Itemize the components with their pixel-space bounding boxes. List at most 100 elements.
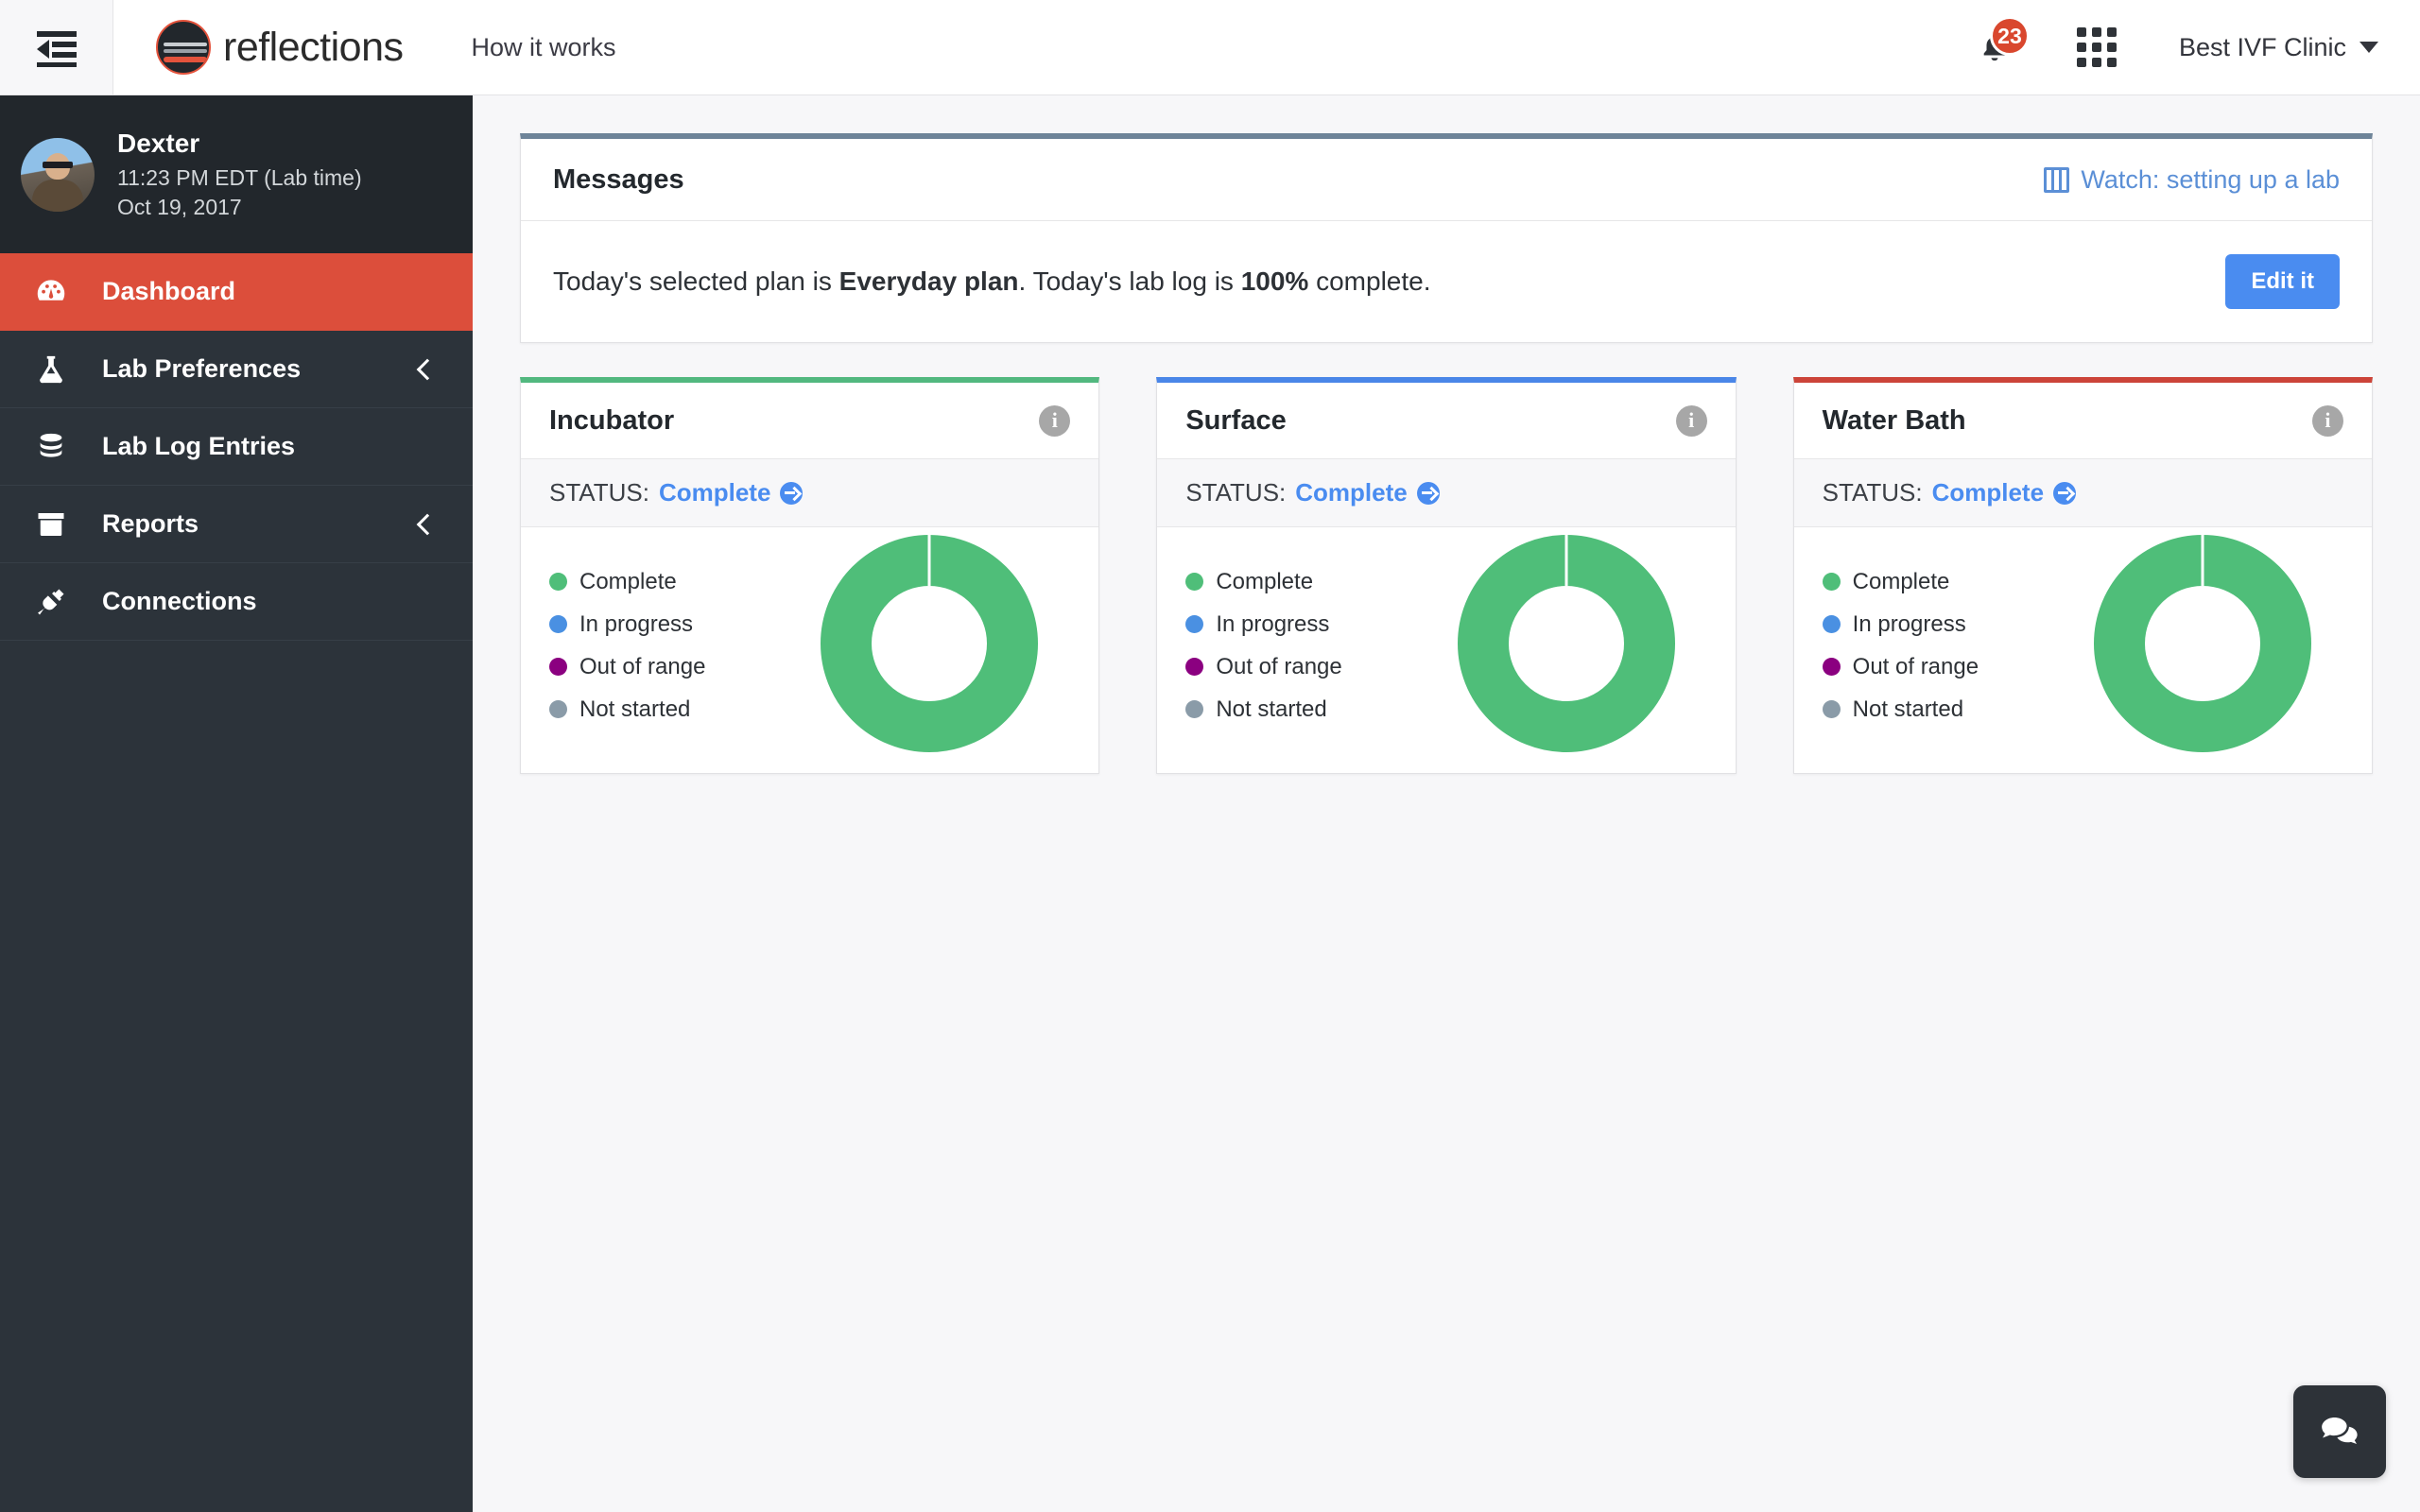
edit-it-button[interactable]: Edit it (2225, 254, 2340, 309)
sidebar-item-label: Dashboard (102, 277, 236, 305)
info-icon[interactable]: i (1039, 404, 1071, 437)
messages-panel-header: Messages Watch: setting up a lab (521, 139, 2372, 221)
messages-panel-body: Today's selected plan is Everyday plan. … (521, 221, 2372, 342)
info-icon[interactable]: i (1675, 404, 1707, 437)
card-body: Complete In progress Out of range Not st… (521, 527, 1098, 773)
donut-chart (1448, 525, 1685, 766)
notification-badge-count: 23 (1989, 16, 2030, 56)
donut-chart (811, 525, 1047, 766)
sidebar-collapse-button[interactable] (0, 0, 113, 94)
sidebar-item-label: Lab Preferences (102, 354, 302, 383)
status-value-link[interactable]: Complete (658, 478, 804, 507)
user-profile-block[interactable]: Dexter 11:23 PM EDT (Lab time) Oct 19, 2… (0, 95, 473, 253)
messages-panel: Messages Watch: setting up a lab Today's… (520, 133, 2373, 343)
sidebar-item-label: Lab Log Entries (102, 432, 296, 460)
lab-date: Oct 19, 2017 (117, 195, 242, 219)
legend-label: Complete (579, 568, 677, 594)
top-navigation-bar: reflections How it works 23 Best IVF Cli… (0, 0, 2420, 95)
card-body: Complete In progress Out of range Not st… (1794, 527, 2372, 773)
card-title: Water Bath (1822, 404, 1966, 436)
chart-legend: Complete In progress Out of range Not st… (549, 569, 705, 723)
sidebar-item-dashboard[interactable]: Dashboard (0, 253, 473, 331)
legend-color-swatch (1185, 615, 1204, 633)
watch-setting-up-a-lab-link[interactable]: Watch: setting up a lab (2044, 165, 2340, 195)
notifications-button[interactable]: 23 (1973, 16, 2030, 75)
legend-item: Complete (1185, 569, 1341, 595)
legend-label: Not started (579, 696, 691, 722)
reflections-logo-icon (156, 20, 211, 75)
lab-time: 11:23 PM EDT (Lab time) (117, 165, 362, 190)
nav-how-it-works[interactable]: How it works (471, 33, 615, 62)
msg-middle: . Today's lab log is (1018, 266, 1241, 296)
legend-item: Complete (549, 569, 705, 595)
gauge-icon (0, 274, 102, 310)
legend-item: Complete (1822, 568, 1979, 595)
sidebar-collapse-icon (36, 31, 77, 67)
messages-summary-text: Today's selected plan is Everyday plan. … (553, 266, 1431, 297)
legend-color-swatch (549, 700, 567, 718)
sidebar-item-label: Reports (102, 509, 199, 538)
status-cards-row: Incubator i STATUS: Complete Complete In… (520, 377, 2373, 774)
chart-legend: Complete In progress Out of range Not st… (1822, 568, 1979, 723)
legend-color-swatch (1185, 700, 1204, 718)
legend-color-swatch (549, 658, 567, 676)
watch-link-label: Watch: setting up a lab (2081, 164, 2340, 194)
sidebar: Dexter 11:23 PM EDT (Lab time) Oct 19, 2… (0, 95, 473, 1512)
card-surface: Surface i STATUS: Complete Complete In p… (1156, 377, 1737, 774)
card-status-bar: STATUS: Complete (521, 459, 1099, 527)
completion-percent: 100% (1240, 266, 1309, 296)
brand-logo-link[interactable]: reflections (156, 20, 404, 75)
sidebar-item-connections[interactable]: Connections (0, 563, 473, 641)
legend-label: Not started (1216, 696, 1327, 722)
chat-widget-button[interactable] (2293, 1385, 2386, 1478)
legend-label: In progress (1852, 610, 1966, 637)
arrow-right-circle-icon (1416, 481, 1440, 505)
clinic-name-label: Best IVF Clinic (2178, 32, 2346, 61)
status-value: Complete (658, 478, 771, 507)
plug-icon (0, 585, 102, 619)
card-header: Surface i (1157, 383, 1736, 459)
info-icon[interactable]: i (2311, 404, 2343, 437)
legend-label: Complete (1852, 568, 1950, 594)
status-value: Complete (1295, 478, 1408, 507)
chart-legend: Complete In progress Out of range Not st… (1185, 569, 1342, 723)
msg-prefix: Today's selected plan is (553, 266, 839, 296)
legend-label: Out of range (579, 653, 706, 679)
legend-item: Not started (1822, 696, 1979, 723)
legend-item: In progress (1822, 610, 1979, 638)
user-name: Dexter (117, 129, 200, 158)
status-label: STATUS: (1185, 478, 1287, 507)
page-title: Messages (553, 163, 684, 195)
legend-color-swatch (1822, 615, 1841, 633)
legend-item: Out of range (1185, 653, 1342, 680)
avatar (21, 137, 95, 212)
card-title: Incubator (549, 404, 675, 436)
legend-label: Complete (1216, 568, 1314, 594)
database-icon (0, 430, 102, 464)
brand-name: reflections (223, 24, 404, 70)
status-value-link[interactable]: Complete (1932, 478, 2077, 507)
legend-color-swatch (1822, 700, 1841, 718)
apps-grid-icon[interactable] (2076, 27, 2117, 67)
status-label: STATUS: (549, 478, 649, 507)
legend-label: Out of range (1216, 653, 1342, 679)
sidebar-item-lab-log-entries[interactable]: Lab Log Entries (0, 408, 473, 486)
card-status-bar: STATUS: Complete (1157, 459, 1736, 527)
legend-item: Not started (549, 696, 705, 723)
card-incubator: Incubator i STATUS: Complete Complete In… (520, 377, 1100, 774)
legend-label: Not started (1852, 696, 1964, 722)
sidebar-item-reports[interactable]: Reports (0, 486, 473, 563)
topbar-right-group: 23 Best IVF Clinic (1973, 16, 2420, 75)
legend-label: In progress (1216, 610, 1330, 637)
donut-chart (2084, 525, 2321, 766)
sidebar-item-lab-preferences[interactable]: Lab Preferences (0, 331, 473, 408)
legend-label: In progress (579, 610, 694, 637)
chevron-down-icon (2360, 42, 2378, 53)
status-value-link[interactable]: Complete (1295, 478, 1440, 507)
main-content: Messages Watch: setting up a lab Today's… (473, 95, 2420, 1512)
legend-color-swatch (549, 573, 567, 591)
arrow-right-circle-icon (2053, 481, 2077, 505)
clinic-selector-dropdown[interactable]: Best IVF Clinic (2179, 33, 2378, 62)
plan-name: Everyday plan (838, 266, 1019, 296)
chevron-left-icon (416, 513, 439, 535)
